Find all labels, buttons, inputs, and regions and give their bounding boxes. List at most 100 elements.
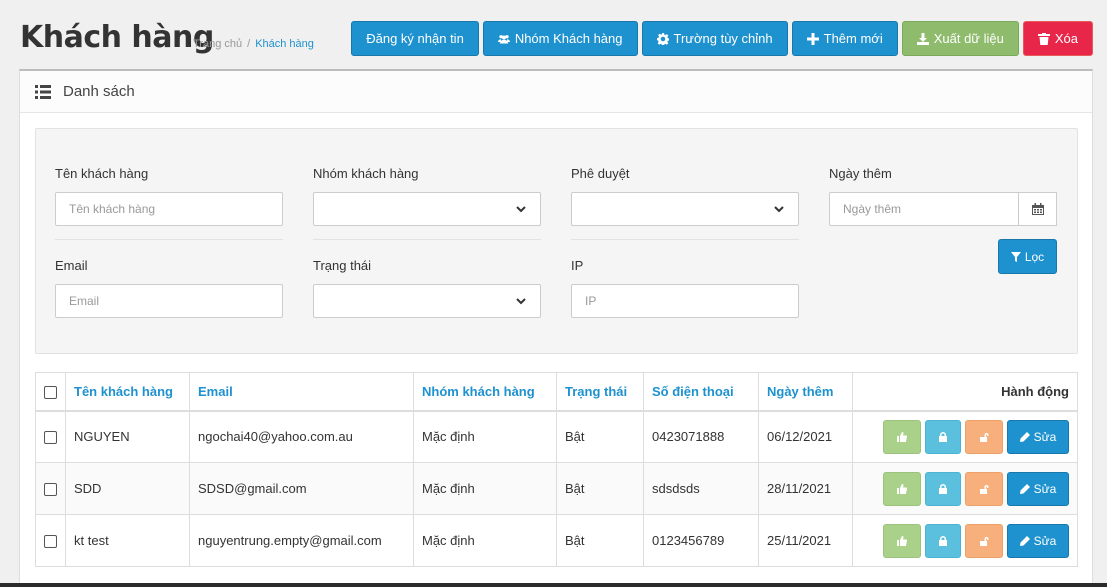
column-header-status[interactable]: Trạng thái bbox=[556, 372, 644, 412]
filter-name-label: Tên khách hàng bbox=[55, 166, 149, 181]
breadcrumb: Trang chủ / Khách hàng bbox=[193, 38, 314, 50]
column-header-name[interactable]: Tên khách hàng bbox=[65, 372, 190, 412]
lock-icon bbox=[939, 431, 947, 442]
download-icon bbox=[916, 32, 929, 45]
divider bbox=[571, 239, 799, 240]
row-actions: Sửa bbox=[861, 523, 1069, 558]
divider bbox=[55, 239, 283, 240]
customer-groups-button[interactable]: Nhóm Khách hàng bbox=[482, 21, 638, 56]
cell-date: 28/11/2021 bbox=[758, 462, 853, 515]
lock-button[interactable] bbox=[925, 471, 961, 506]
date-added-input[interactable]: Ngày thêm bbox=[829, 192, 1019, 226]
users-icon bbox=[497, 34, 510, 43]
lock-button[interactable] bbox=[925, 523, 961, 558]
table-row: kt test nguyentrung.empty@gmail.com Mặc … bbox=[35, 514, 1078, 567]
column-header-date[interactable]: Ngày thêm bbox=[758, 372, 853, 412]
filter-button[interactable]: Lọc bbox=[998, 239, 1057, 274]
cell-email: ngochai40@yahoo.com.au bbox=[189, 410, 414, 463]
approval-select[interactable] bbox=[571, 192, 799, 226]
page-title: Khách hàng bbox=[20, 20, 214, 55]
cell-actions: Sửa bbox=[852, 410, 1078, 463]
taskbar-strip bbox=[0, 583, 1107, 587]
table-row: SDD SDSD@gmail.com Mặc định Bật sdsdsds … bbox=[35, 462, 1078, 515]
email-placeholder: Email bbox=[69, 294, 100, 308]
unlock-button[interactable] bbox=[965, 523, 1003, 558]
calendar-icon bbox=[1031, 203, 1044, 215]
filter-date-label: Ngày thêm bbox=[829, 166, 892, 181]
list-icon bbox=[35, 84, 51, 99]
export-button[interactable]: Xuất dữ liệu bbox=[901, 21, 1019, 56]
chevron-down-icon bbox=[516, 206, 526, 213]
status-select[interactable] bbox=[313, 284, 541, 318]
cell-group: Mặc định bbox=[413, 410, 557, 463]
filter-form: Tên khách hàng Tên khách hàng Nhóm khách… bbox=[35, 128, 1078, 354]
breadcrumb-home[interactable]: Trang chủ bbox=[193, 38, 242, 50]
filter-approval-label: Phê duyệt bbox=[571, 166, 630, 181]
filter-status-label: Trạng thái bbox=[313, 258, 372, 273]
column-header-group[interactable]: Nhóm khách hàng bbox=[413, 372, 557, 412]
row-select-cell bbox=[35, 410, 66, 463]
unlock-icon bbox=[980, 536, 989, 546]
breadcrumb-current[interactable]: Khách hàng bbox=[255, 38, 314, 50]
custom-fields-button[interactable]: Trường tùy chỉnh bbox=[641, 21, 788, 56]
cell-name: NGUYEN bbox=[65, 410, 190, 463]
filter-approval-group: Phê duyệt bbox=[571, 166, 799, 226]
unlock-button[interactable] bbox=[965, 471, 1003, 506]
approve-button[interactable] bbox=[883, 523, 921, 558]
delete-button[interactable]: Xóa bbox=[1022, 21, 1093, 56]
delete-label: Xóa bbox=[1054, 31, 1078, 46]
edit-label: Sửa bbox=[1033, 481, 1057, 496]
approve-button[interactable] bbox=[883, 419, 921, 454]
thumbs-up-icon bbox=[897, 431, 907, 442]
filter-email-label: Email bbox=[55, 258, 88, 273]
cell-email: SDSD@gmail.com bbox=[189, 462, 414, 515]
column-header-actions: Hành động bbox=[852, 372, 1078, 412]
subscribe-label: Đăng ký nhận tin bbox=[366, 31, 464, 46]
customer-name-input[interactable]: Tên khách hàng bbox=[55, 192, 283, 226]
thumbs-up-icon bbox=[897, 535, 907, 546]
lock-button[interactable] bbox=[925, 419, 961, 454]
row-actions: Sửa bbox=[861, 471, 1069, 506]
row-select-cell bbox=[35, 514, 66, 567]
row-actions: Sửa bbox=[861, 419, 1069, 454]
edit-button[interactable]: Sửa bbox=[1007, 523, 1069, 558]
customer-group-select[interactable] bbox=[313, 192, 541, 226]
date-picker: Ngày thêm bbox=[829, 192, 1057, 226]
cell-status: Bật bbox=[556, 462, 644, 515]
approve-button[interactable] bbox=[883, 471, 921, 506]
ip-input[interactable]: IP bbox=[571, 284, 799, 318]
select-all-checkbox[interactable] bbox=[44, 385, 57, 399]
unlock-button[interactable] bbox=[965, 419, 1003, 454]
cell-name: kt test bbox=[65, 514, 190, 567]
row-checkbox[interactable] bbox=[44, 483, 57, 497]
table-header-row: Tên khách hàng Email Nhóm khách hàng Trạ… bbox=[35, 372, 1078, 412]
panel-title: Danh sách bbox=[63, 83, 135, 100]
cell-email: nguyentrung.empty@gmail.com bbox=[189, 514, 414, 567]
column-header-phone[interactable]: Số điện thoại bbox=[643, 372, 759, 412]
cell-date: 06/12/2021 bbox=[758, 410, 853, 463]
export-label: Xuất dữ liệu bbox=[933, 31, 1004, 46]
add-new-button[interactable]: Thêm mới bbox=[791, 21, 898, 56]
calendar-button[interactable] bbox=[1019, 192, 1057, 226]
date-added-placeholder: Ngày thêm bbox=[843, 202, 902, 216]
edit-button[interactable]: Sửa bbox=[1007, 471, 1069, 506]
row-checkbox[interactable] bbox=[44, 535, 57, 549]
filter-group-group: Nhóm khách hàng bbox=[313, 166, 541, 226]
panel-header: Danh sách bbox=[20, 71, 1092, 113]
lock-icon bbox=[939, 535, 947, 546]
email-input[interactable]: Email bbox=[55, 284, 283, 318]
filter-button-label: Lọc bbox=[1024, 249, 1045, 264]
gear-icon bbox=[656, 32, 669, 45]
customer-name-placeholder: Tên khách hàng bbox=[69, 202, 156, 216]
chevron-down-icon bbox=[774, 206, 784, 213]
cell-actions: Sửa bbox=[852, 514, 1078, 567]
cell-phone: 0423071888 bbox=[643, 410, 759, 463]
subscribe-button[interactable]: Đăng ký nhận tin bbox=[351, 21, 479, 56]
row-checkbox[interactable] bbox=[44, 431, 57, 445]
unlock-icon bbox=[980, 432, 989, 442]
filter-group-label: Nhóm khách hàng bbox=[313, 166, 419, 181]
column-header-email[interactable]: Email bbox=[189, 372, 414, 412]
edit-button[interactable]: Sửa bbox=[1007, 419, 1069, 454]
trash-icon bbox=[1037, 32, 1050, 45]
cell-phone: sdsdsds bbox=[643, 462, 759, 515]
